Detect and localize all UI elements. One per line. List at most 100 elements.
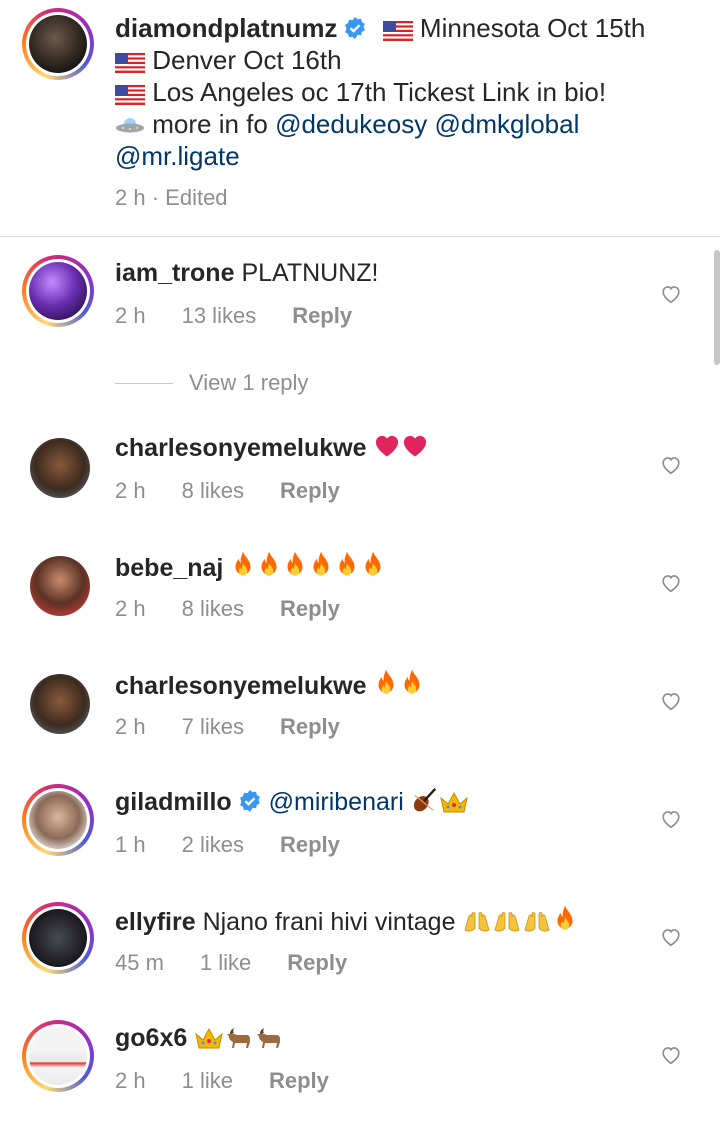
comment-meta: 2 h 13 likes Reply bbox=[115, 303, 388, 329]
heart-outline-icon[interactable] bbox=[660, 690, 682, 712]
author-avatar[interactable] bbox=[22, 8, 94, 80]
comment-username[interactable]: charlesonyemelukwe bbox=[115, 434, 367, 462]
mention-link[interactable]: @miribenari bbox=[269, 788, 404, 816]
goat-emoji bbox=[254, 1026, 284, 1050]
mention-link[interactable]: @mr.ligate bbox=[115, 141, 240, 171]
comment-username[interactable]: giladmillo bbox=[115, 788, 232, 816]
commenter-avatar[interactable] bbox=[22, 548, 94, 620]
comment-username[interactable]: iam_trone bbox=[115, 259, 234, 287]
crown-emoji bbox=[194, 1026, 224, 1050]
reply-button[interactable]: Reply bbox=[269, 1068, 329, 1094]
heart-outline-icon[interactable] bbox=[660, 808, 682, 830]
comment-likes[interactable]: 1 like bbox=[182, 1068, 233, 1094]
view-replies-label: View 1 reply bbox=[189, 370, 309, 395]
heart-outline-icon[interactable] bbox=[660, 1044, 682, 1066]
comment-meta: 2 h 7 likes Reply bbox=[115, 714, 376, 740]
violin-emoji bbox=[411, 786, 439, 814]
caption-text: diamondplatnumz Minnesota Oct 15th Denve… bbox=[115, 12, 705, 172]
comment-item: giladmillo @miribenari 1 h 2 likes Reply bbox=[0, 784, 720, 894]
comment-time: 2 h bbox=[115, 303, 146, 328]
fire-emoji bbox=[334, 550, 360, 580]
comment-username[interactable]: charlesonyemelukwe bbox=[115, 672, 367, 700]
comment-username[interactable]: ellyfire bbox=[115, 908, 196, 936]
caption-meta: 2 h · Edited bbox=[115, 185, 228, 210]
comment-meta: 45 m 1 like Reply bbox=[115, 950, 383, 976]
reply-button[interactable]: Reply bbox=[292, 303, 352, 329]
reply-button[interactable]: Reply bbox=[287, 950, 347, 976]
commenter-avatar[interactable] bbox=[22, 1020, 94, 1092]
view-replies-button[interactable]: View 1 reply bbox=[115, 370, 308, 396]
reply-button[interactable]: Reply bbox=[280, 596, 340, 622]
comment-time: 2 h bbox=[115, 596, 146, 621]
us-flag-icon bbox=[115, 85, 145, 105]
comment-likes[interactable]: 1 like bbox=[200, 950, 251, 976]
raised-hands-emoji bbox=[522, 910, 552, 934]
comment-item: iam_trone PLATNUNZ! 2 h 13 likes Reply bbox=[0, 255, 720, 365]
comment-likes[interactable]: 7 likes bbox=[182, 714, 244, 740]
mention-link[interactable]: @dmkglobal bbox=[434, 109, 579, 139]
raised-hands-emoji bbox=[492, 910, 522, 934]
goat-emoji bbox=[224, 1026, 254, 1050]
fire-emoji bbox=[360, 550, 386, 580]
crown-emoji bbox=[439, 790, 469, 814]
post-caption: diamondplatnumz Minnesota Oct 15th Denve… bbox=[0, 0, 720, 237]
comment-meta: 2 h 1 like Reply bbox=[115, 1068, 365, 1094]
commenter-avatar[interactable] bbox=[22, 784, 94, 856]
comment-likes[interactable]: 8 likes bbox=[182, 478, 244, 504]
comment-item: charlesonyemelukwe 2 h 7 likes Reply bbox=[0, 666, 720, 776]
reply-button[interactable]: Reply bbox=[280, 832, 340, 858]
heart-outline-icon[interactable] bbox=[660, 283, 682, 305]
caption-username[interactable]: diamondplatnumz bbox=[115, 13, 337, 43]
comment-item: go6x6 2 h 1 like Reply bbox=[0, 1020, 720, 1130]
fire-emoji bbox=[399, 668, 425, 698]
comment-item: bebe_naj 2 h 8 likes Reply bbox=[0, 548, 720, 658]
mention-link[interactable]: @dedukeosy bbox=[275, 109, 427, 139]
caption-line-1: Minnesota Oct 15th bbox=[419, 13, 646, 43]
us-flag-icon bbox=[115, 53, 145, 73]
comment-text: giladmillo @miribenari bbox=[115, 786, 469, 818]
heart-outline-icon[interactable] bbox=[660, 454, 682, 476]
comment-text: ellyfire Njano frani hivi vintage bbox=[115, 904, 578, 938]
comment-likes[interactable]: 8 likes bbox=[182, 596, 244, 622]
comment-meta: 2 h 8 likes Reply bbox=[115, 478, 376, 504]
comment-meta: 1 h 2 likes Reply bbox=[115, 832, 376, 858]
raised-hands-emoji bbox=[462, 910, 492, 934]
reply-button[interactable]: Reply bbox=[280, 478, 340, 504]
comment-likes[interactable]: 13 likes bbox=[182, 303, 257, 329]
comment-text: go6x6 bbox=[115, 1022, 284, 1054]
comment-likes[interactable]: 2 likes bbox=[182, 832, 244, 858]
ufo-icon bbox=[115, 115, 145, 137]
heart-outline-icon[interactable] bbox=[660, 572, 682, 594]
comment-item: ellyfire Njano frani hivi vintage 45 m 1… bbox=[0, 902, 720, 1012]
fire-emoji bbox=[308, 550, 334, 580]
comment-body: Njano frani hivi vintage bbox=[202, 908, 456, 936]
fire-emoji bbox=[373, 668, 399, 698]
comment-text: iam_trone PLATNUNZ! bbox=[115, 257, 379, 289]
fire-emoji bbox=[256, 550, 282, 580]
heart-outline-icon[interactable] bbox=[660, 926, 682, 948]
commenter-avatar[interactable] bbox=[22, 255, 94, 327]
comment-time: 2 h bbox=[115, 478, 146, 503]
comment-username[interactable]: go6x6 bbox=[115, 1024, 187, 1052]
commenter-avatar[interactable] bbox=[22, 430, 94, 502]
fire-emoji bbox=[282, 550, 308, 580]
divider bbox=[115, 382, 173, 384]
caption-line-2: Denver Oct 16th bbox=[152, 45, 342, 75]
comment-username[interactable]: bebe_naj bbox=[115, 554, 223, 582]
caption-line-3: Los Angeles oc 17th Tickest Link in bio! bbox=[152, 77, 607, 107]
caption-edited: Edited bbox=[165, 185, 228, 210]
commenter-avatar[interactable] bbox=[22, 902, 94, 974]
comment-time: 1 h bbox=[115, 832, 146, 857]
comment-meta: 2 h 8 likes Reply bbox=[115, 596, 376, 622]
caption-line-4: more in fo bbox=[152, 109, 268, 139]
caption-time: 2 h bbox=[115, 185, 146, 210]
verified-badge-icon bbox=[238, 789, 262, 813]
commenter-avatar[interactable] bbox=[22, 666, 94, 738]
comment-time: 2 h bbox=[115, 1068, 146, 1093]
comment-time: 45 m bbox=[115, 950, 164, 975]
comment-body: PLATNUNZ! bbox=[241, 259, 379, 287]
comment-item: charlesonyemelukwe 2 h 8 likes Reply bbox=[0, 430, 720, 540]
verified-badge-icon bbox=[343, 16, 367, 40]
reply-button[interactable]: Reply bbox=[280, 714, 340, 740]
comment-text: bebe_naj bbox=[115, 550, 386, 584]
